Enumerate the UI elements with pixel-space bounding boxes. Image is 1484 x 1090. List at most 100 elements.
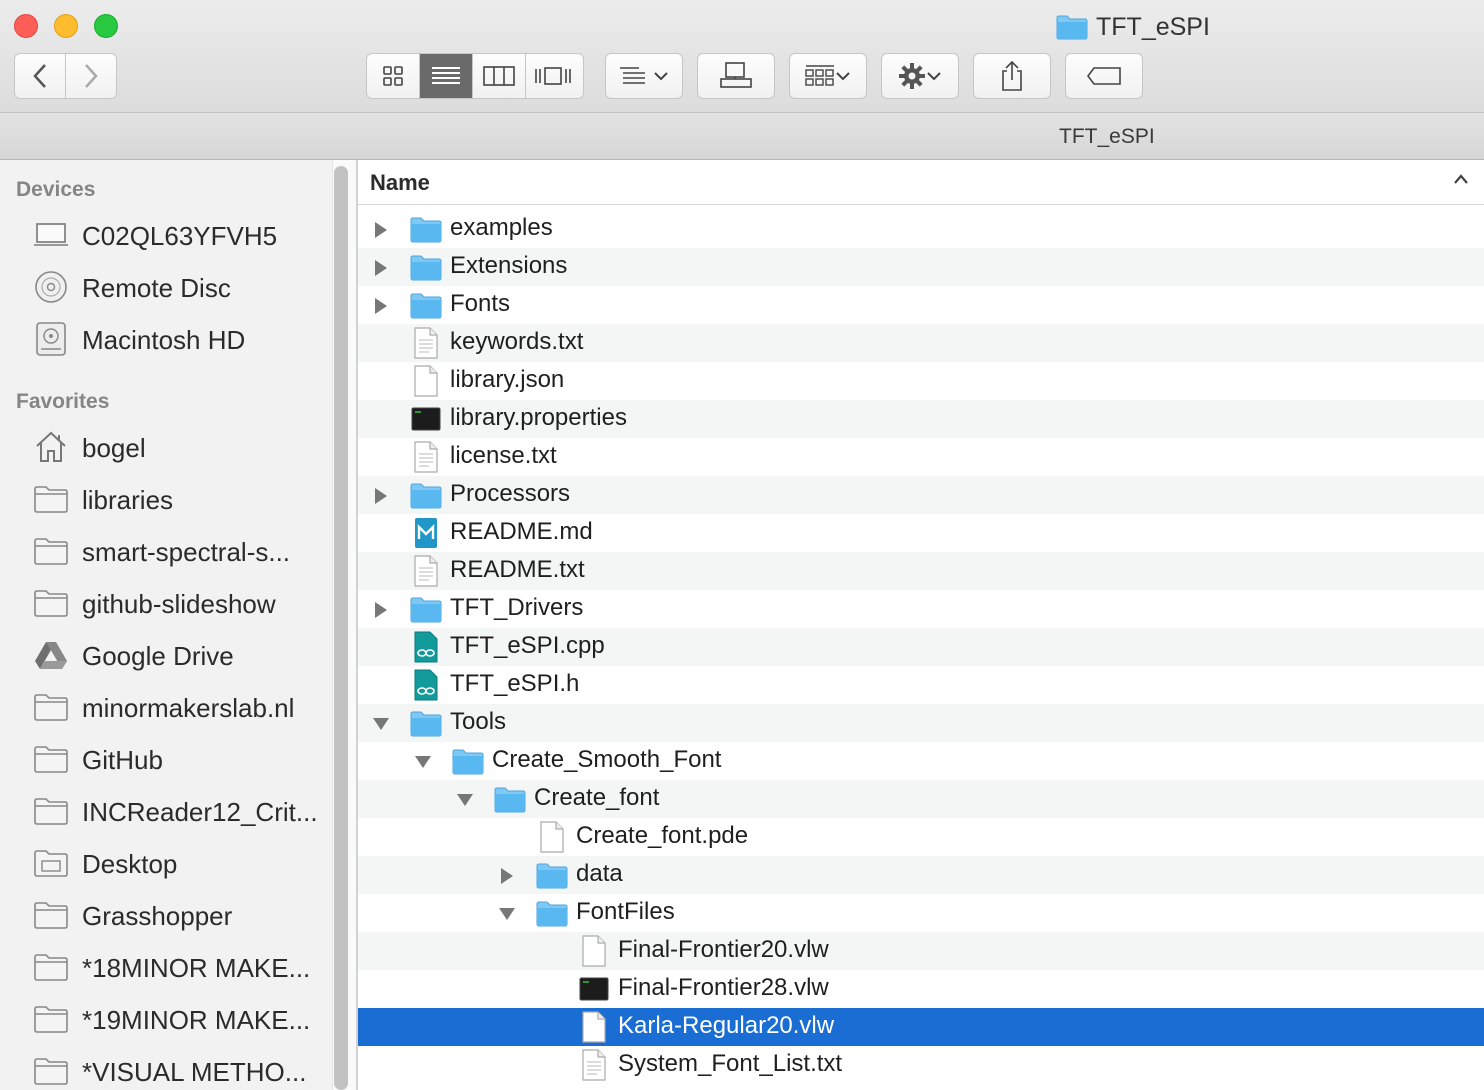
disclosure-expanded-icon[interactable] (498, 905, 516, 923)
file-row-keywords-txt[interactable]: keywords.txt (358, 324, 1484, 362)
icon-view-button[interactable] (367, 54, 420, 98)
sidebar-item-remote-disc[interactable]: Remote Disc (0, 261, 332, 313)
sidebar-item-label: Desktop (82, 849, 178, 879)
disclosure-collapsed-icon[interactable] (372, 297, 390, 315)
sidebar-item-libraries[interactable]: libraries (0, 473, 332, 525)
file-row-processors[interactable]: Processors (358, 476, 1484, 514)
file-row-fonts[interactable]: Fonts (358, 286, 1484, 324)
sidebar-item-github-slideshow[interactable]: github-slideshow (0, 577, 332, 629)
disc-icon (33, 271, 69, 303)
sidebar-item-home[interactable]: bogel (0, 421, 332, 473)
window-toolbar: TFT_eSPI (0, 0, 1484, 113)
devices-heading: Devices (16, 178, 96, 201)
chevron-left-icon (33, 64, 46, 88)
forward-button[interactable] (65, 53, 117, 99)
column-view-button[interactable] (473, 54, 526, 98)
sidebar-item-github[interactable]: GitHub (0, 733, 332, 785)
file-row-karla-regular20-vlw[interactable]: Karla-Regular20.vlw (358, 1008, 1484, 1046)
file-row-data[interactable]: data (358, 856, 1484, 894)
folder-icon (33, 483, 69, 515)
disclosure-collapsed-icon[interactable] (372, 601, 390, 619)
file-row-examples[interactable]: examples (358, 210, 1484, 248)
sidebar-item-label: bogel (82, 433, 146, 463)
file-row-final-frontier28-vlw[interactable]: Final-Frontier28.vlw (358, 970, 1484, 1008)
file-name: TFT_eSPI.cpp (450, 632, 605, 659)
file-row-library-json[interactable]: library.json (358, 362, 1484, 400)
folder-icon (33, 899, 69, 931)
list-view-button[interactable] (420, 54, 473, 98)
chevron-down-icon (836, 72, 850, 81)
file-row-create-smooth-font[interactable]: Create_Smooth_Font (358, 742, 1484, 780)
action-button[interactable] (881, 53, 959, 99)
arrange-button[interactable] (605, 53, 683, 99)
file-row-readme-md[interactable]: README.md (358, 514, 1484, 552)
file-row-readme-txt[interactable]: README.txt (358, 552, 1484, 590)
file-name: Create_font (534, 784, 660, 811)
file-row-fontfiles[interactable]: FontFiles (358, 894, 1484, 932)
zoom-window-button[interactable] (94, 14, 118, 38)
sidebar-item-google-drive[interactable]: Google Drive (0, 629, 332, 681)
arduino-icon (410, 669, 442, 701)
disclosure-collapsed-icon[interactable] (372, 487, 390, 505)
file-name: Create_Smooth_Font (492, 746, 722, 773)
folder-icon (410, 593, 442, 625)
sidebar-scroll-thumb[interactable] (334, 166, 348, 1090)
sidebar-item-computer[interactable]: C02QL63YFVH5 (0, 209, 332, 261)
file-row-tools[interactable]: Tools (358, 704, 1484, 742)
file-row-system-font-list-txt[interactable]: System_Font_List.txt (358, 1046, 1484, 1084)
folder-icon (410, 707, 442, 739)
share-button[interactable] (973, 53, 1051, 99)
file-row-license-txt[interactable]: license.txt (358, 438, 1484, 476)
tags-button[interactable] (1065, 53, 1143, 99)
sidebar-item-minormakerslab[interactable]: minormakerslab.nl (0, 681, 332, 733)
home-icon (33, 431, 69, 463)
google-drive-icon (33, 639, 69, 671)
sidebar-item-macintosh-hd[interactable]: Macintosh HD (0, 313, 332, 365)
file-row-create-font-pde[interactable]: Create_font.pde (358, 818, 1484, 856)
file-row-extensions[interactable]: Extensions (358, 248, 1484, 286)
connect-server-button[interactable] (697, 53, 775, 99)
share-icon (1002, 60, 1022, 91)
folder-icon (33, 795, 69, 827)
minimize-window-button[interactable] (54, 14, 78, 38)
cover-flow-view-button[interactable] (526, 54, 579, 98)
group-button[interactable] (789, 53, 867, 99)
laptop-icon (33, 219, 69, 251)
back-button[interactable] (14, 53, 66, 99)
sidebar: Devices C02QL63YFVH5 Remote Disc Macinto… (0, 160, 332, 1090)
folder-icon (410, 479, 442, 511)
sidebar-item-19minor[interactable]: *19MINOR MAKE... (0, 993, 332, 1045)
file-row-library-properties[interactable]: library.properties (358, 400, 1484, 438)
disclosure-collapsed-icon[interactable] (372, 259, 390, 277)
sidebar-item-18minor[interactable]: *18MINOR MAKE... (0, 941, 332, 993)
disclosure-expanded-icon[interactable] (456, 791, 474, 809)
file-name: Final-Frontier28.vlw (618, 974, 829, 1001)
file-name: Final-Frontier20.vlw (618, 936, 829, 963)
file-row-final-frontier20-vlw[interactable]: Final-Frontier20.vlw (358, 932, 1484, 970)
name-column-header[interactable]: Name (358, 160, 1484, 205)
close-window-button[interactable] (14, 14, 38, 38)
document-icon (536, 821, 568, 853)
disclosure-collapsed-icon[interactable] (372, 221, 390, 239)
folder-icon (536, 897, 568, 929)
sidebar-item-desktop[interactable]: Desktop (0, 837, 332, 889)
disclosure-collapsed-icon[interactable] (498, 867, 516, 885)
file-name: Create_font.pde (576, 822, 749, 849)
file-row-create-font[interactable]: Create_font (358, 780, 1484, 818)
sidebar-item-grasshopper[interactable]: Grasshopper (0, 889, 332, 941)
file-name: Tools (450, 708, 507, 735)
sidebar-item-increader[interactable]: INCReader12_Crit... (0, 785, 332, 837)
disclosure-expanded-icon[interactable] (372, 715, 390, 733)
file-row-tft-drivers[interactable]: TFT_Drivers (358, 590, 1484, 628)
file-row-tft-espi-cpp[interactable]: TFT_eSPI.cpp (358, 628, 1484, 666)
gear-icon (899, 63, 925, 89)
chevron-down-icon (927, 72, 941, 81)
sidebar-item-visual-methods[interactable]: *VISUAL METHO... (0, 1045, 332, 1090)
sidebar-item-smart-spectral[interactable]: smart-spectral-s... (0, 525, 332, 577)
columns-icon (483, 66, 515, 86)
file-row-tft-espi-h[interactable]: TFT_eSPI.h (358, 666, 1484, 704)
disclosure-expanded-icon[interactable] (414, 753, 432, 771)
name-column-label: Name (370, 170, 430, 195)
sidebar-item-label: C02QL63YFVH5 (82, 221, 278, 251)
group-icon (805, 65, 834, 86)
